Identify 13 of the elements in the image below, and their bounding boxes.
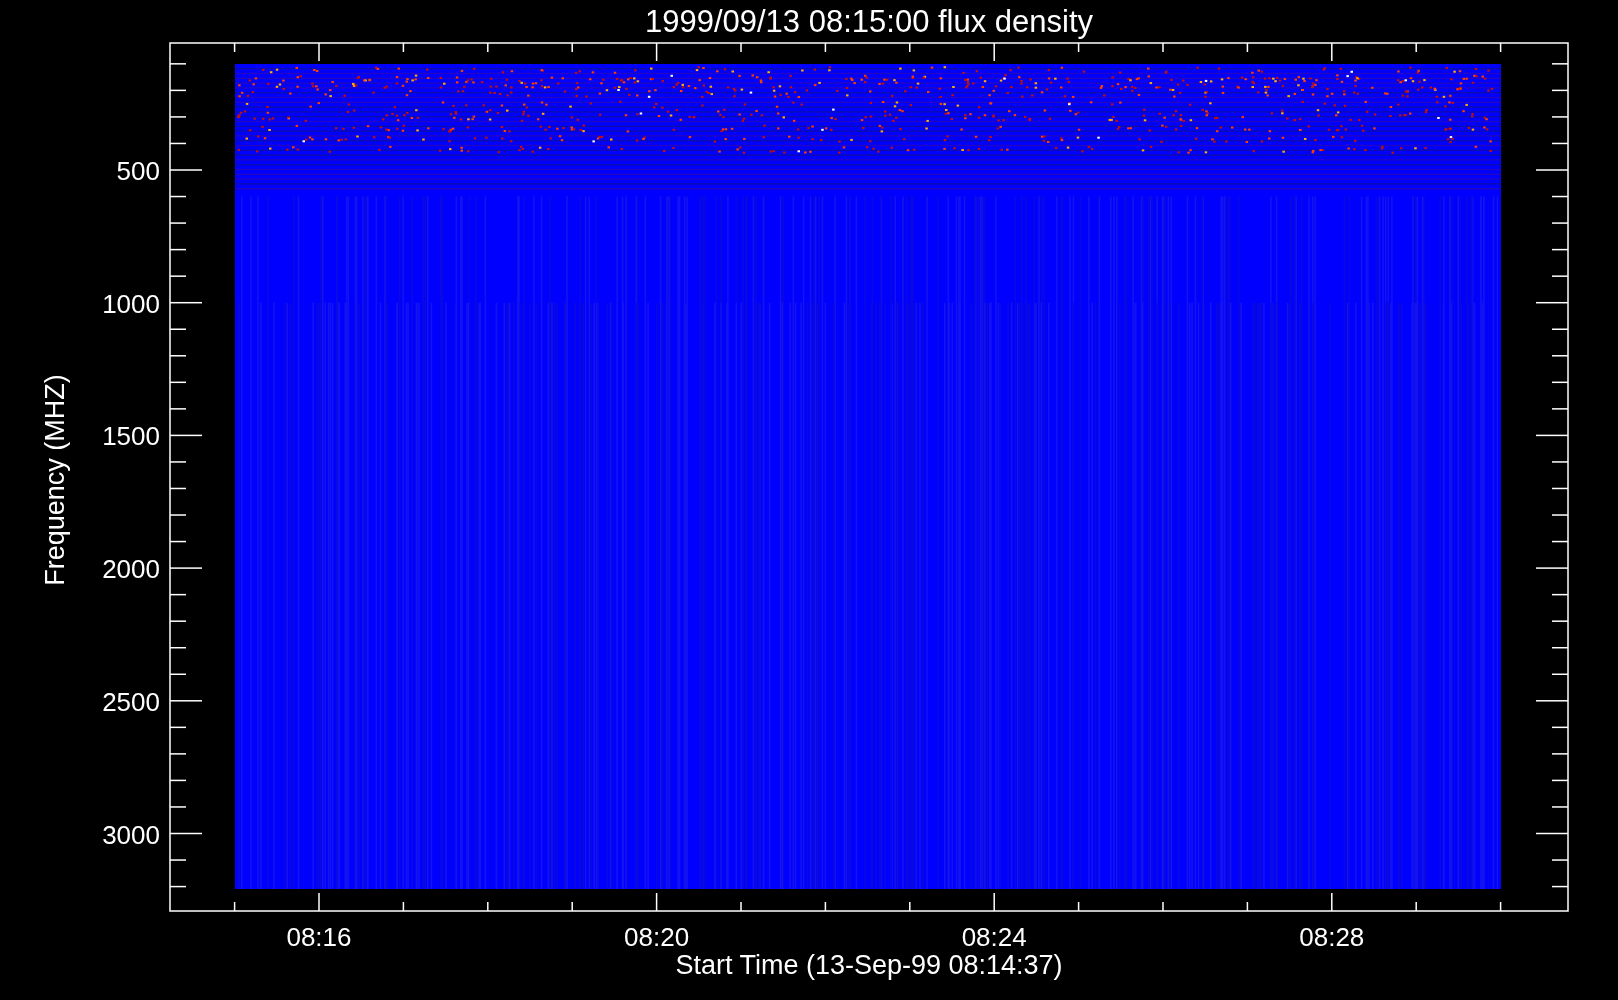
x-tick-label: 08:24	[961, 922, 1027, 952]
x-tick-label: 08:20	[624, 922, 690, 952]
y-tick-label: 1500	[102, 421, 160, 452]
y-tick-label: 2000	[102, 554, 160, 585]
y-axis-label: Frequency (MHZ)	[40, 374, 70, 586]
y-tick-label: 500	[116, 156, 160, 186]
y-tick-label: 3000	[102, 819, 160, 850]
y-tick-label: 1000	[102, 288, 160, 319]
x-tick-label: 08:16	[286, 922, 352, 952]
chart-title: 1999/09/13 08:15:00 flux density	[644, 4, 1094, 39]
x-tick-label: 08:28	[1299, 922, 1365, 952]
y-tick-label: 2500	[102, 686, 160, 717]
x-axis-label: Start Time (13-Sep-99 08:14:37)	[675, 950, 1063, 980]
